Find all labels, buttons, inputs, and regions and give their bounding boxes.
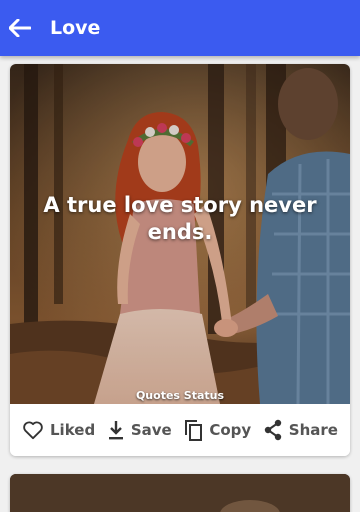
next-quote-image: [10, 474, 350, 512]
like-button[interactable]: Liked: [22, 410, 95, 450]
copy-label: Copy: [209, 421, 252, 439]
copy-icon: [185, 420, 203, 441]
save-button[interactable]: Save: [107, 410, 172, 450]
share-button[interactable]: Share: [263, 410, 338, 450]
quote-card: A true love story never ends. Quotes Sta…: [10, 64, 350, 456]
watermark-text: Quotes Status: [135, 389, 225, 402]
save-label: Save: [130, 421, 172, 439]
arrow-left-icon: [9, 19, 31, 37]
download-icon: [108, 421, 123, 440]
copy-button[interactable]: Copy: [183, 410, 251, 450]
quote-image[interactable]: A true love story never ends. Quotes Sta…: [10, 64, 350, 404]
back-button[interactable]: [0, 0, 40, 56]
share-label: Share: [288, 421, 338, 439]
heart-icon: [23, 421, 43, 440]
action-bar: Liked Save Copy Share: [10, 404, 350, 456]
share-icon: [264, 419, 281, 441]
quote-text: A true love story never ends.: [43, 193, 317, 244]
like-label: Liked: [50, 421, 96, 439]
app-bar: Love: [0, 0, 360, 56]
next-quote-card[interactable]: [10, 474, 350, 512]
page-title: Love: [50, 17, 101, 39]
